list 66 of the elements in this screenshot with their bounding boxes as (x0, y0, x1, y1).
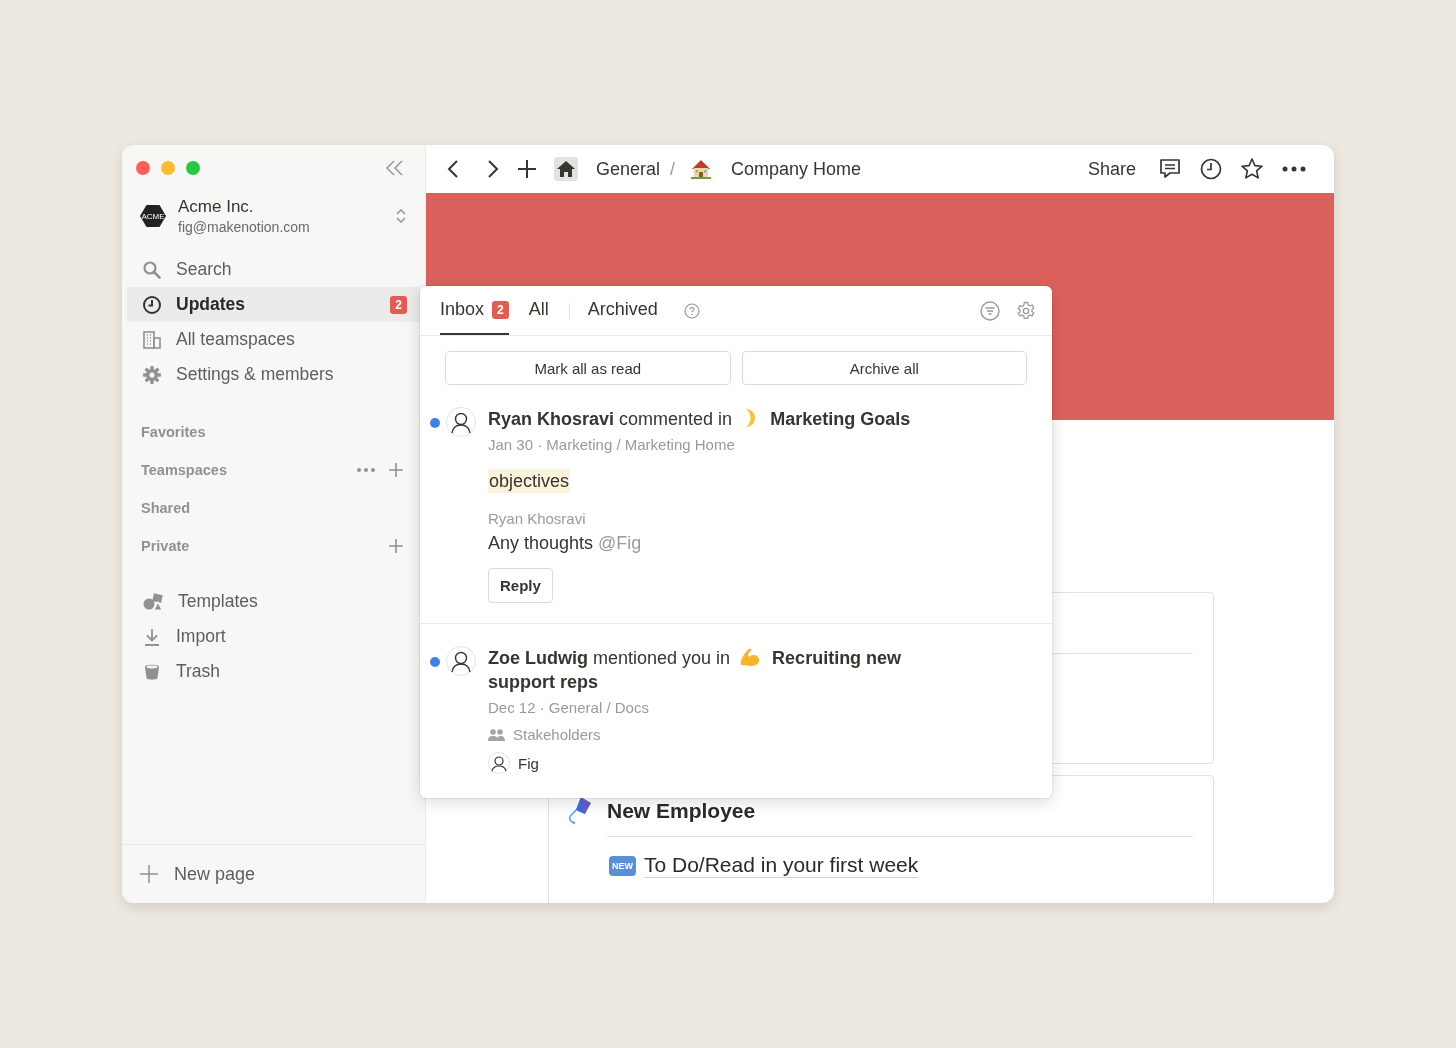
shapes-icon (142, 591, 164, 612)
sidebar-item[interactable]: Settings & members (127, 357, 420, 392)
back-icon[interactable] (446, 159, 460, 179)
notification-meta: Dec 12 · General / Docs (488, 699, 650, 716)
sidebar-item[interactable]: All teamspaces (127, 322, 420, 357)
inbox-tab[interactable]: Inbox 2 (440, 286, 509, 335)
new-page-button[interactable]: New page (122, 844, 425, 903)
sidebar-item[interactable]: Templates (127, 584, 420, 619)
notification-meta: Jan 30 · Marketing / Marketing Home (488, 436, 736, 453)
forward-icon[interactable] (486, 159, 500, 179)
workspace-name[interactable]: Acme Inc. (178, 197, 383, 217)
unread-count-badge: 2 (390, 295, 407, 314)
zoom-window-button[interactable] (186, 160, 200, 175)
plus-icon (140, 865, 158, 883)
card-title: New Employee (607, 799, 756, 823)
inbox-action-button[interactable]: Archive all (741, 351, 1027, 385)
clock-icon[interactable] (1200, 158, 1222, 180)
notification-text: Zoe Ludwig mentioned you in Recruiting new support reps (488, 646, 903, 694)
new-badge: NEW (609, 855, 636, 876)
gear-icon (142, 364, 162, 385)
up-down-chevron-icon[interactable] (395, 208, 407, 224)
breadcrumb-separator: / (670, 158, 676, 180)
minimize-window-button[interactable] (161, 160, 175, 175)
filter-icon[interactable] (980, 300, 1000, 321)
unread-count-badge: 2 (492, 300, 509, 319)
workspace-logo: ACME (140, 205, 166, 227)
building-icon (142, 329, 162, 350)
comment-icon[interactable] (1158, 157, 1182, 181)
home-icon (554, 157, 578, 181)
breadcrumb-link[interactable]: Company Home (731, 158, 862, 180)
sidebar-item[interactable]: Import (127, 619, 420, 654)
comment-text: Any thoughts (488, 533, 594, 553)
page-link[interactable]: To Do/Read in your first week (644, 853, 919, 878)
settings-icon[interactable] (1016, 300, 1036, 321)
notification-text: Ryan Khosravi commented in Marketing Goals (488, 407, 912, 431)
comment-author: Ryan Khosravi (488, 510, 587, 527)
sidebar-item[interactable]: Search (127, 252, 420, 287)
close-window-button[interactable] (136, 160, 150, 175)
sidebar-item[interactable]: Trash (127, 654, 420, 689)
help-icon[interactable] (683, 302, 700, 319)
inbox-tab[interactable]: Archived (587, 286, 658, 335)
clock-icon (142, 294, 162, 315)
add-icon[interactable] (389, 539, 403, 553)
breadcrumb-link[interactable]: General (596, 158, 661, 180)
avatar-icon (446, 646, 476, 676)
workspace-email: fig@makenotion.com (178, 219, 311, 235)
avatar-icon (446, 407, 476, 437)
double-chevron-left-icon[interactable] (385, 158, 405, 177)
property-name: Stakeholders (513, 726, 601, 743)
search-icon (142, 259, 162, 280)
inbox-action-button[interactable]: Mark all as read (445, 351, 731, 385)
download-icon (142, 626, 162, 647)
share-button[interactable]: Share (1087, 158, 1136, 180)
flexed-arm-icon (739, 647, 762, 667)
person-name: Fig (518, 754, 539, 772)
avatar-icon (488, 752, 510, 774)
plus-icon[interactable] (518, 160, 536, 178)
sidebar-item[interactable]: Updates 2 (127, 287, 420, 322)
more-icon[interactable] (1282, 166, 1306, 172)
people-icon (488, 728, 505, 741)
highlighted-text: objectives (488, 469, 571, 493)
inbox-tab[interactable]: All (528, 286, 549, 335)
reply-button[interactable]: Reply (488, 568, 553, 603)
house-icon (689, 157, 714, 181)
add-icon[interactable] (389, 463, 403, 477)
star-icon[interactable] (1240, 157, 1264, 181)
